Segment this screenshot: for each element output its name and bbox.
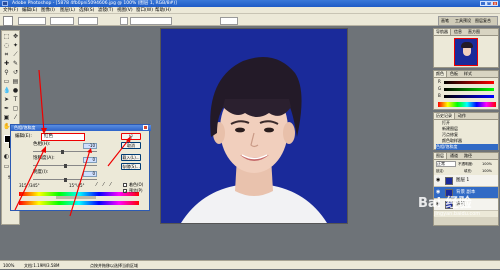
channel-b-label: B xyxy=(438,93,441,98)
history-panel: 历史记录 动作 打开 新建图层 污点修复 颜色取样器 色相/饱和度 xyxy=(433,112,499,150)
tab-layers[interactable]: 图层 xyxy=(434,153,447,159)
tab-paths[interactable]: 路径 xyxy=(462,153,474,159)
arrow-to-hue-value xyxy=(69,149,91,217)
tab-swatches[interactable]: 色板 xyxy=(448,71,460,77)
navigator-tabs: 导航器 信息 直方图 xyxy=(434,29,498,36)
visibility-eye-icon[interactable]: ◉ xyxy=(436,178,440,183)
arrow-head-4 xyxy=(87,148,92,153)
tab-channels[interactable]: 通道 xyxy=(448,153,460,159)
lock-label: 锁定: xyxy=(436,169,445,173)
visibility-eye-icon[interactable]: ◉ xyxy=(436,190,440,195)
navigator-panel: 导航器 信息 直方图 xyxy=(433,28,499,68)
channel-r-label: R xyxy=(438,79,441,84)
opacity-label: 不透明度: xyxy=(458,162,474,166)
color-panel: 颜色 色板 样式 R G B xyxy=(433,70,499,110)
arrow-head-3 xyxy=(41,146,46,153)
channel-g-slider[interactable] xyxy=(444,88,494,91)
blend-mode-select[interactable]: 正常 xyxy=(436,161,456,167)
layer-thumbnail xyxy=(445,177,453,185)
annotation-arrows xyxy=(14,69,131,217)
navigator-thumbnail[interactable] xyxy=(454,38,478,66)
tab-color[interactable]: 颜色 xyxy=(434,71,447,77)
arrow-to-hue-input xyxy=(14,147,46,211)
fill-value[interactable]: 100% xyxy=(482,168,492,174)
tab-actions[interactable]: 动作 xyxy=(456,113,468,119)
tab-info[interactable]: 信息 xyxy=(452,29,464,35)
tab-histogram[interactable]: 直方图 xyxy=(466,29,482,35)
watermark-url: jingyan.baidu.com xyxy=(434,211,481,217)
layers-tabs: 图层 通道 路径 xyxy=(434,153,498,160)
channel-b-slider[interactable] xyxy=(444,95,494,98)
tab-navigator[interactable]: 导航器 xyxy=(434,29,451,35)
color-tabs: 颜色 色板 样式 xyxy=(434,71,498,78)
history-tabs: 历史记录 动作 xyxy=(434,113,498,120)
arrow-to-ok-button xyxy=(107,137,131,167)
channel-r-slider[interactable] xyxy=(444,81,494,84)
status-bar: 100% 文档:1.19M/3.58M 点按并拖移以选择当前区域 xyxy=(0,260,500,269)
color-ramp[interactable] xyxy=(438,102,496,107)
arrow-to-edit-select xyxy=(38,69,45,133)
arrow-head-1 xyxy=(41,128,47,134)
history-item-active[interactable]: 色相/饱和度 xyxy=(436,144,498,150)
channel-g-label: G xyxy=(438,86,442,91)
layer-row[interactable]: ◉ 图层 1 xyxy=(434,175,498,187)
fill-label: 填充: xyxy=(464,169,473,173)
watermark-text: Bai 经验 xyxy=(418,196,472,211)
tab-history[interactable]: 历史记录 xyxy=(434,113,455,119)
baidu-watermark: Bai 经验 jingyan.baidu.com xyxy=(418,196,492,226)
tab-styles[interactable]: 样式 xyxy=(462,71,474,77)
opacity-value[interactable]: 100% xyxy=(482,161,492,167)
layer-name: 图层 1 xyxy=(456,178,470,183)
